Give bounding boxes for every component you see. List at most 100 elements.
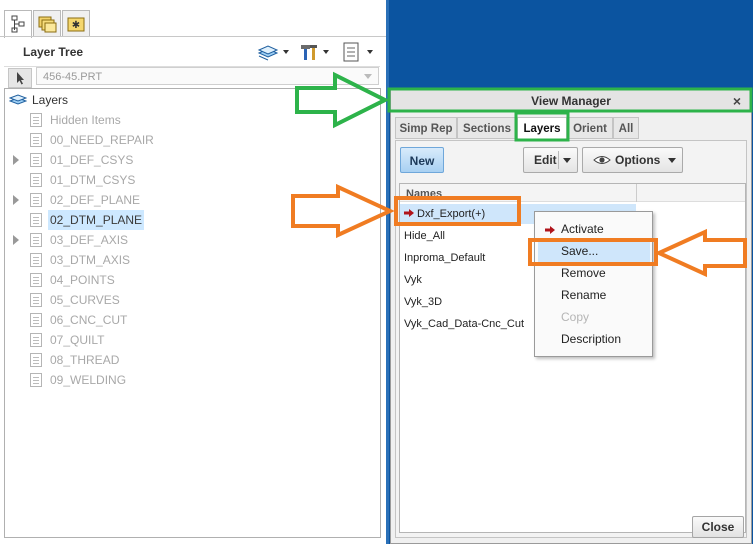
layer-tree: Layers Hidden Items 00_NEED_REPAIR 01_DEF_… <box>4 88 381 538</box>
layer-label: Hidden Items <box>50 113 121 127</box>
names-list-label: Hide_All <box>404 230 445 242</box>
folder-browser-icon <box>38 16 57 33</box>
tab-sections[interactable]: Sections <box>457 117 517 139</box>
names-list-item[interactable]: Vyk_Cad_Data-Cnc_Cut <box>404 314 524 334</box>
cursor-arrow-icon <box>17 72 24 85</box>
layers-stack-icon <box>9 94 27 105</box>
names-list-label: Dxf_Export(+) <box>417 208 486 220</box>
chevron-down-icon <box>668 158 676 163</box>
names-list-item[interactable]: Vyk <box>404 270 422 290</box>
menu-item-save[interactable]: Save... <box>538 241 650 262</box>
layer-tools-button[interactable] <box>298 41 334 63</box>
tools-icon <box>301 45 329 60</box>
menu-item-copy: Copy <box>538 307 650 328</box>
new-button[interactable]: New <box>400 147 444 173</box>
tab-all[interactable]: All <box>613 117 639 139</box>
layer-label: 00_NEED_REPAIR <box>50 133 154 147</box>
layer-icon <box>30 353 42 367</box>
layer-label: 04_POINTS <box>50 273 115 287</box>
layer-label: 03_DTM_AXIS <box>50 253 131 267</box>
names-list-label: Vyk <box>404 274 422 286</box>
button-separator <box>558 151 559 169</box>
layer-icon <box>30 333 42 347</box>
layer-settings-button[interactable] <box>340 41 376 63</box>
names-list-item[interactable]: Inproma_Default <box>404 248 485 268</box>
layer-label: 09_WELDING <box>50 373 127 387</box>
menu-item-label: Copy <box>561 310 590 324</box>
layer-label: 07_QUILT <box>50 333 105 347</box>
names-list-label: Inproma_Default <box>404 252 486 264</box>
favorites-folder-icon: ✱ <box>67 17 85 32</box>
close-button[interactable]: Close <box>692 516 744 538</box>
close-icon[interactable]: × <box>729 93 745 109</box>
layer-tree-panel: ✱ Layer Tree 456-45.PRT Layers Hidden It… <box>0 0 386 544</box>
layer-display-button[interactable] <box>256 41 292 63</box>
activate-arrow-icon <box>545 226 555 234</box>
menu-item-label: Remove <box>561 266 606 280</box>
expand-arrow-icon[interactable] <box>13 235 19 245</box>
tree-root-label: Layers <box>32 93 69 107</box>
layer-icon <box>30 253 42 267</box>
column-divider <box>636 184 637 202</box>
window-edge <box>386 0 389 544</box>
layer-label: 05_CURVES <box>50 293 120 307</box>
favorites-tab[interactable]: ✱ <box>62 10 90 37</box>
layer-icon <box>30 373 42 387</box>
tab-divider <box>0 36 386 37</box>
panel-title: Layer Tree <box>23 45 84 59</box>
menu-item-activate[interactable]: Activate <box>538 219 650 240</box>
edit-label: Edit <box>534 153 557 167</box>
layer-icon <box>30 113 42 127</box>
options-dropdown-button[interactable]: Options <box>582 147 683 173</box>
names-list-label: Vyk_Cad_Data-Cnc_Cut <box>404 318 525 330</box>
active-state-arrow-icon <box>404 209 414 217</box>
context-menu: Activate Save... Remove Rename Copy Descripti… <box>534 211 653 357</box>
names-header-label: Names <box>406 188 443 200</box>
options-label: Options <box>615 153 661 167</box>
dialog-title: View Manager <box>531 94 611 108</box>
layer-icon <box>30 173 42 187</box>
names-list-label: Vyk_3D <box>404 296 443 308</box>
layer-label: 02_DEF_PLANE <box>50 193 141 207</box>
layer-icon <box>30 293 42 307</box>
list-settings-icon <box>343 42 373 62</box>
expand-arrow-icon[interactable] <box>13 195 19 205</box>
layer-icon <box>30 313 42 327</box>
svg-text:✱: ✱ <box>72 20 80 31</box>
layer-icon <box>30 213 42 227</box>
model-dropdown-value: 456-45.PRT <box>43 71 103 83</box>
layer-icon <box>30 153 42 167</box>
menu-item-label: Description <box>561 332 622 346</box>
layers-stack-icon <box>257 45 289 61</box>
model-tree-icon <box>11 15 25 33</box>
layer-label: 03_DEF_AXIS <box>50 233 129 247</box>
layer-icon <box>30 133 42 147</box>
layer-icon <box>30 193 42 207</box>
chevron-down-icon <box>364 74 372 79</box>
layer-label: 01_DTM_CSYS <box>50 173 136 187</box>
model-tree-tab[interactable] <box>4 10 32 38</box>
select-mode-button[interactable] <box>8 68 32 88</box>
tab-layers[interactable]: Layers <box>517 117 567 141</box>
names-list-item[interactable]: Hide_All <box>404 226 445 246</box>
menu-item-description[interactable]: Description <box>538 329 650 350</box>
layer-label: 01_DEF_CSYS <box>50 153 134 167</box>
menu-item-label: Rename <box>561 288 607 302</box>
expand-arrow-icon[interactable] <box>13 155 19 165</box>
menu-item-rename[interactable]: Rename <box>538 285 650 306</box>
menu-item-label: Activate <box>561 222 604 236</box>
dialog-title-bar[interactable]: View Manager × <box>391 90 751 112</box>
menu-item-remove[interactable]: Remove <box>538 263 650 284</box>
model-dropdown[interactable]: 456-45.PRT <box>36 67 379 85</box>
tab-simp-rep[interactable]: Simp Rep <box>395 117 457 139</box>
eye-icon <box>593 156 611 164</box>
layer-icon <box>30 233 42 247</box>
folder-browser-tab[interactable] <box>33 10 61 37</box>
edit-dropdown-button[interactable]: Edit <box>523 147 578 173</box>
names-list-item[interactable]: Vyk_3D <box>404 292 442 312</box>
names-column-header[interactable]: Names <box>400 184 745 202</box>
layer-label: 02_DTM_PLANE <box>48 210 145 230</box>
tab-orient[interactable]: Orient <box>567 117 613 139</box>
layer-icon <box>30 273 42 287</box>
chevron-down-icon <box>563 158 571 163</box>
